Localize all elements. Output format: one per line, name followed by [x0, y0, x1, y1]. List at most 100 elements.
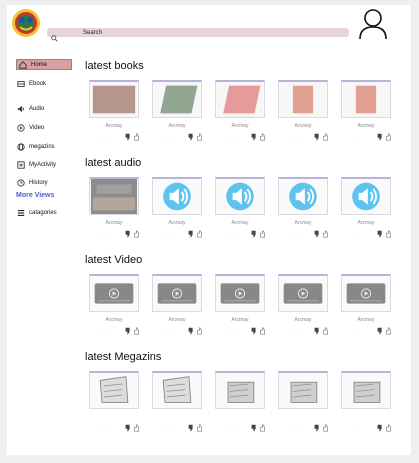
- thumbs-up-icon[interactable]: [195, 326, 204, 335]
- book-card[interactable]: [89, 80, 139, 118]
- sidebar-item-label: catagories: [29, 209, 57, 216]
- thumbs-down-icon[interactable]: [186, 423, 195, 432]
- video-card[interactable]: [278, 274, 328, 312]
- thumbs-up-icon[interactable]: [321, 326, 330, 335]
- thumbs-up-icon[interactable]: [132, 326, 141, 335]
- audio-card[interactable]: [341, 177, 391, 215]
- card-author: Arcmay: [294, 123, 312, 129]
- thumbs-down-icon[interactable]: [186, 132, 195, 141]
- search-bar[interactable]: Search: [47, 28, 349, 42]
- thumbs-up-icon[interactable]: [258, 326, 267, 335]
- magazine-card[interactable]: [89, 371, 139, 409]
- audio-cover-image: [90, 179, 138, 214]
- thumbs-up-icon[interactable]: [258, 132, 267, 141]
- book-card[interactable]: [215, 80, 265, 118]
- magazine-card[interactable]: [278, 371, 328, 409]
- thumbs-down-icon[interactable]: [312, 423, 321, 432]
- app-window: Search Home Ebook Audio Video megazins M…: [7, 5, 411, 455]
- thumbs-down-icon[interactable]: [123, 132, 132, 141]
- thumbs-up-icon[interactable]: [258, 423, 267, 432]
- rating-dots: · · · · · ·: [223, 134, 237, 139]
- thumbs-down-icon[interactable]: [249, 229, 258, 238]
- thumbs-down-icon[interactable]: [375, 132, 384, 141]
- thumbs-down-icon[interactable]: [312, 132, 321, 141]
- sidebar-item-history[interactable]: History: [16, 177, 48, 188]
- play-circle-icon: [16, 123, 25, 132]
- rating-dots: · · · · · ·: [223, 425, 237, 430]
- sidebar-item-categories[interactable]: catagories: [16, 207, 57, 218]
- thumbs-down-icon[interactable]: [123, 326, 132, 335]
- video-card[interactable]: [341, 274, 391, 312]
- book-card[interactable]: [152, 80, 202, 118]
- thumbs-up-icon[interactable]: [384, 229, 393, 238]
- thumbs-down-icon[interactable]: [186, 229, 195, 238]
- user-icon[interactable]: [358, 8, 388, 40]
- sidebar-item-audio[interactable]: Audio: [16, 103, 44, 114]
- sidebar-item-myactivity[interactable]: MyActivity: [16, 159, 56, 170]
- thumbs-down-icon[interactable]: [249, 326, 258, 335]
- globe-icon: [16, 142, 25, 151]
- rating-dots: · · · · · ·: [97, 134, 111, 139]
- book-cover: [342, 82, 390, 117]
- audio-card[interactable]: [215, 177, 265, 215]
- card-author: Arcmay: [294, 220, 312, 226]
- video-card[interactable]: [152, 274, 202, 312]
- card-author: Arcmay: [105, 220, 123, 226]
- card-actions: · · · · · ·: [223, 229, 267, 238]
- rating-dots: · · · · · ·: [97, 425, 111, 430]
- thumbs-down-icon[interactable]: [375, 326, 384, 335]
- rating-dots: · · · · · ·: [160, 231, 174, 236]
- thumbs-down-icon[interactable]: [375, 423, 384, 432]
- thumbs-up-icon[interactable]: [132, 423, 141, 432]
- thumbs-up-icon[interactable]: [258, 229, 267, 238]
- rating-dots: · · · · · ·: [223, 328, 237, 333]
- audio-card[interactable]: [152, 177, 202, 215]
- sidebar-item-home[interactable]: Home: [16, 59, 72, 70]
- book-icon: [16, 79, 25, 88]
- thumbs-up-icon[interactable]: [195, 229, 204, 238]
- thumbs-down-icon[interactable]: [123, 423, 132, 432]
- sidebar-item-video[interactable]: Video: [16, 122, 44, 133]
- video-card[interactable]: [215, 274, 265, 312]
- magazine-card[interactable]: [152, 371, 202, 409]
- thumbs-up-icon[interactable]: [132, 132, 141, 141]
- sidebar-item-label: Home: [31, 61, 48, 68]
- thumbs-up-icon[interactable]: [195, 132, 204, 141]
- list-icon: [16, 208, 25, 217]
- thumbs-down-icon[interactable]: [249, 132, 258, 141]
- thumbs-down-icon[interactable]: [123, 229, 132, 238]
- thumbs-down-icon[interactable]: [186, 326, 195, 335]
- card-actions: · · · · · ·: [223, 326, 267, 335]
- book-card[interactable]: [278, 80, 328, 118]
- thumbs-up-icon[interactable]: [384, 132, 393, 141]
- video-card[interactable]: [89, 274, 139, 312]
- thumbs-up-icon[interactable]: [384, 326, 393, 335]
- thumbs-up-icon[interactable]: [195, 423, 204, 432]
- video-thumbnail: [283, 283, 323, 304]
- sidebar-item-megazins[interactable]: megazins: [16, 141, 55, 152]
- book-card[interactable]: [341, 80, 391, 118]
- thumbs-down-icon[interactable]: [375, 229, 384, 238]
- sidebar-item-ebook[interactable]: Ebook: [16, 78, 46, 89]
- thumbs-up-icon[interactable]: [321, 229, 330, 238]
- audio-card[interactable]: [278, 177, 328, 215]
- book-cover: [153, 82, 201, 117]
- more-views-heading[interactable]: More Views: [16, 192, 54, 199]
- magazine-card[interactable]: [341, 371, 391, 409]
- rating-dots: · · · · · ·: [223, 231, 237, 236]
- thumbs-down-icon[interactable]: [312, 229, 321, 238]
- card-actions: · · · · · ·: [160, 423, 204, 432]
- thumbs-down-icon[interactable]: [249, 423, 258, 432]
- thumbs-up-icon[interactable]: [321, 132, 330, 141]
- thumbs-up-icon[interactable]: [384, 423, 393, 432]
- thumbs-down-icon[interactable]: [312, 326, 321, 335]
- thumbs-up-icon[interactable]: [132, 229, 141, 238]
- audio-card[interactable]: [89, 177, 139, 215]
- section-title-books: latest books: [85, 60, 144, 72]
- card-actions: · · · · · ·: [286, 229, 330, 238]
- card-author: Arcmay: [231, 317, 249, 323]
- thumbs-up-icon[interactable]: [321, 423, 330, 432]
- speaker-icon: [16, 104, 25, 113]
- magazine-cover: [290, 381, 318, 403]
- magazine-card[interactable]: [215, 371, 265, 409]
